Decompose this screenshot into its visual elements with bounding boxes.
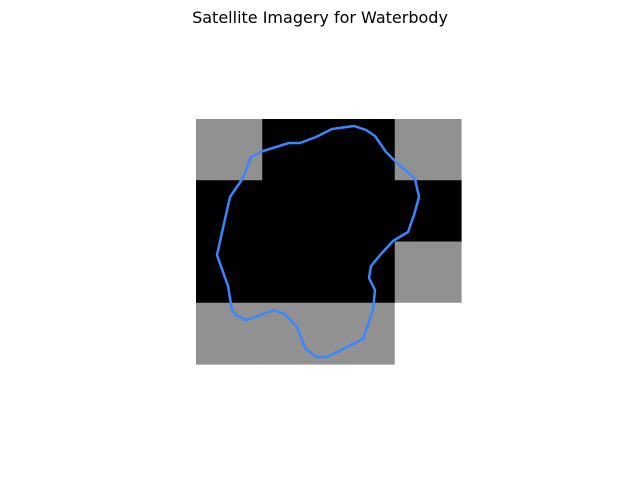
pixel-cell-r3-c2: [328, 302, 396, 365]
pixel-cell-r2-c1: [262, 241, 330, 304]
pixel-cell-r0-c1: [262, 119, 330, 181]
pixel-cell-r1-c0: [196, 180, 263, 243]
pixel-cell-r0-c0: [196, 119, 263, 181]
pixel-cell-r2-c3: [394, 241, 462, 304]
pixel-cell-r3-c1: [262, 302, 330, 365]
pixel-grid: [196, 119, 462, 365]
pixel-cell-r0-c3: [394, 119, 462, 181]
pixel-cell-r1-c2: [328, 180, 396, 243]
pixel-cell-r3-c3: [394, 302, 462, 365]
satellite-imagery-plot: [196, 119, 462, 365]
pixel-cell-r1-c1: [262, 180, 330, 243]
pixel-cell-r3-c0: [196, 302, 263, 365]
